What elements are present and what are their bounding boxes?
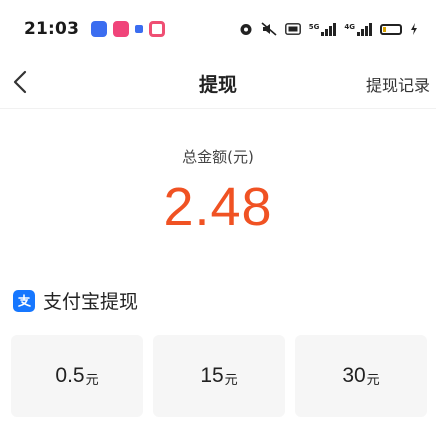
alarm-icon — [240, 24, 252, 35]
media-app-icon — [113, 21, 130, 37]
amount-options: 0.5 元 15 元 30 元 — [11, 335, 427, 417]
total-amount-value: 2.48 — [163, 177, 273, 237]
signal-5g-label: 5G — [308, 22, 320, 31]
charging-icon — [411, 23, 417, 35]
total-amount-label: 总金额(元) — [182, 148, 254, 166]
battery-icon — [380, 23, 402, 35]
status-right: 5G 4G — [239, 22, 418, 36]
status-time: 21:03 — [24, 19, 80, 39]
navbar-divider — [0, 108, 436, 109]
status-bar: 21:03 5G 4G — [0, 0, 436, 58]
option-unit: 元 — [85, 371, 99, 387]
hd-icon — [284, 23, 301, 35]
signal-4g-label: 4G — [344, 22, 355, 31]
option-unit: 元 — [366, 371, 380, 387]
section-title: 支付宝提现 — [43, 291, 139, 313]
option-unit: 元 — [224, 371, 238, 387]
option-amount: 0.5 — [55, 364, 85, 387]
amount-option-30[interactable]: 30 元 — [295, 335, 427, 417]
withdraw-records-link[interactable]: 提现记录 — [366, 72, 430, 96]
notification-icons — [91, 21, 166, 37]
amount-option-15[interactable]: 15 元 — [153, 335, 285, 417]
status-left: 21:03 — [24, 19, 166, 39]
small-app-icon — [135, 25, 144, 33]
camera-app-icon — [149, 21, 166, 37]
option-amount: 15 — [200, 364, 224, 387]
signal-4g-icon: 4G — [344, 22, 372, 36]
alipay-icon — [13, 289, 35, 312]
mute-icon — [261, 22, 277, 36]
alipay-withdraw-header: 支付宝提现 — [13, 287, 138, 314]
amount-option-0-5[interactable]: 0.5 元 — [11, 335, 143, 417]
navbar: 提现 提现记录 — [0, 58, 436, 106]
signal-5g-icon: 5G — [308, 22, 337, 36]
alipay-app-icon — [91, 21, 108, 37]
option-amount: 30 — [342, 364, 366, 387]
